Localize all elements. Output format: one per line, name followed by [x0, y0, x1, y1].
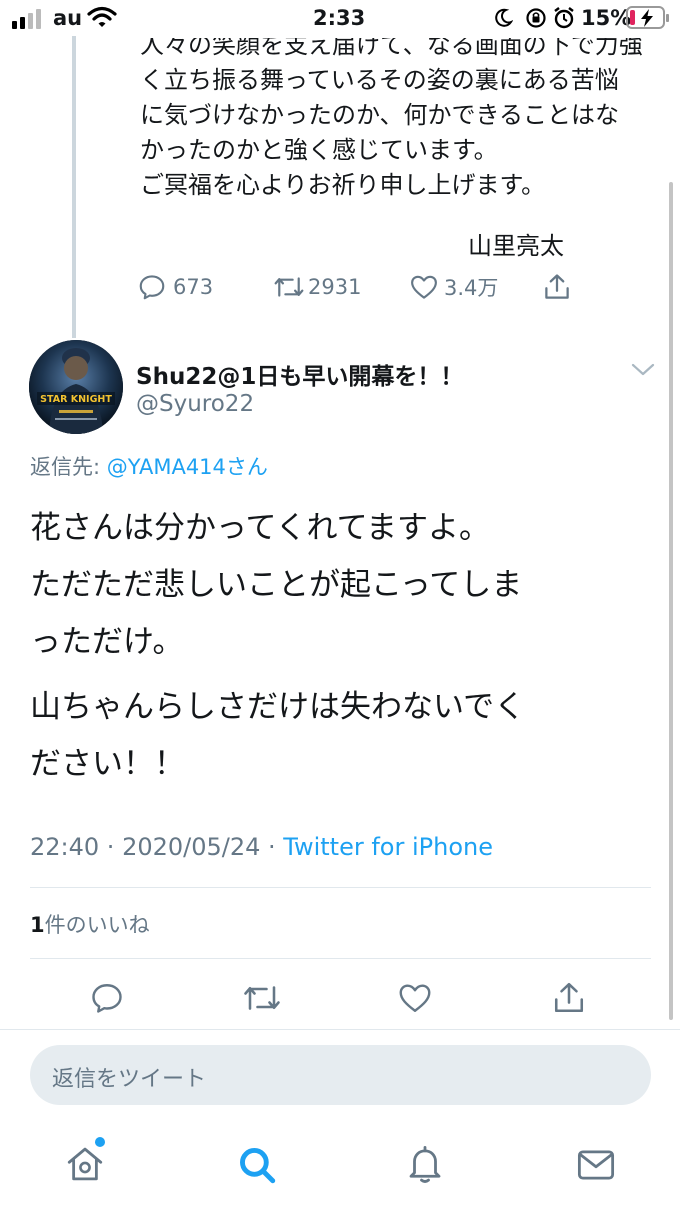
- meta-separator: ·: [99, 833, 123, 861]
- likes-summary[interactable]: 1件のいいね: [30, 909, 150, 939]
- like-icon: [411, 275, 437, 299]
- share-icon: [545, 274, 569, 299]
- reply-placeholder: 返信をツイート: [52, 1067, 207, 1092]
- author-handle[interactable]: @Syuro22: [136, 391, 254, 417]
- parent-share-button[interactable]: [542, 270, 572, 304]
- parent-retweet-count: 2931: [308, 275, 362, 299]
- tweet-line: 花さんは分かってくれてますよ。: [30, 510, 491, 546]
- avatar-caption: STAR KNIGHT: [40, 394, 112, 405]
- carrier-label: au: [53, 6, 83, 30]
- parent-tweet-line: 人々の笑顔を支え届けて、なる画面の下で力強: [140, 31, 643, 59]
- parent-reply-button[interactable]: 673: [137, 270, 213, 304]
- avatar-image: STAR KNIGHT: [29, 340, 123, 434]
- parent-tweet-signature: 山里亮太: [468, 232, 564, 260]
- tweet-date: 2020/05/24: [122, 833, 261, 861]
- author-name[interactable]: Shu22@1日も早い開幕を！！: [136, 357, 463, 391]
- alarm-icon: [554, 7, 574, 29]
- parent-tweet-text: 人々の笑顔を支え届けて、なる画面の下で力強 く立ち振る舞っているその姿の裏にある…: [140, 28, 660, 203]
- tweet-source[interactable]: Twitter for iPhone: [283, 833, 493, 861]
- battery-percent: 15%: [581, 6, 632, 30]
- thread-line: [72, 36, 76, 338]
- parent-reply-count: 673: [173, 275, 214, 299]
- parent-like-button[interactable]: 3.4万: [408, 270, 498, 304]
- like-icon[interactable]: [396, 980, 434, 1016]
- mail-icon[interactable]: [575, 1145, 617, 1185]
- like-count: 1: [30, 913, 45, 937]
- reply-to-label: 返信先:: [30, 455, 107, 479]
- clock: 2:33: [313, 6, 366, 30]
- moon-icon: [495, 8, 513, 27]
- home-icon[interactable]: [64, 1143, 106, 1185]
- wifi-icon: [87, 6, 117, 27]
- parent-tweet-line: ご冥福を心よりお祈り申し上げます。: [140, 171, 546, 199]
- signal-icon: [12, 9, 41, 29]
- reply-icon[interactable]: [89, 980, 125, 1016]
- tweet-line: 山ちゃんらしさだけは失わないでく: [30, 689, 526, 725]
- retweet-icon: [274, 277, 304, 297]
- like-label: 件のいいね: [44, 913, 150, 937]
- tweet-meta: 22:40 · 2020/05/24 · Twitter for iPhone: [30, 833, 493, 861]
- tweet-body: 花さんは分かってくれてますよ。 ただただ悲しいことが起こってしま っただけ。 山…: [30, 500, 660, 793]
- meta-separator: ·: [260, 833, 284, 861]
- divider: [30, 887, 651, 888]
- bell-icon[interactable]: [404, 1142, 446, 1186]
- notification-dot: [95, 1137, 105, 1147]
- scrollbar[interactable]: [669, 182, 673, 1020]
- parent-tweet-line: に気づけなかったのか、何かできることはな: [140, 101, 620, 129]
- share-icon[interactable]: [551, 980, 587, 1016]
- parent-retweet-button[interactable]: 2931: [272, 270, 361, 304]
- avatar[interactable]: STAR KNIGHT: [29, 340, 123, 434]
- tweet-time: 22:40: [30, 833, 100, 861]
- divider: [0, 1029, 680, 1030]
- parent-like-count: 3.4万: [444, 276, 499, 300]
- reply-to-mention[interactable]: @YAMA414さん: [107, 455, 268, 479]
- lock-rotation-icon: [526, 8, 546, 28]
- reply-icon: [139, 275, 165, 300]
- reply-to-line: 返信先: @YAMA414さん: [30, 451, 268, 481]
- parent-tweet-line: く立ち振る舞っているその姿の裏にある苦悩: [140, 66, 619, 94]
- divider: [30, 958, 651, 959]
- search-icon[interactable]: [236, 1144, 278, 1186]
- tweet-line: ただただ悲しいことが起こってしま: [30, 567, 523, 603]
- battery-icon: [626, 6, 669, 29]
- parent-tweet-line: かったのかと強く感じています。: [140, 136, 498, 164]
- chevron-down-icon[interactable]: [630, 362, 656, 378]
- retweet-icon[interactable]: [241, 980, 283, 1016]
- tweet-line: っただけ。: [30, 624, 184, 660]
- tweet-line: ださい！！: [30, 746, 185, 782]
